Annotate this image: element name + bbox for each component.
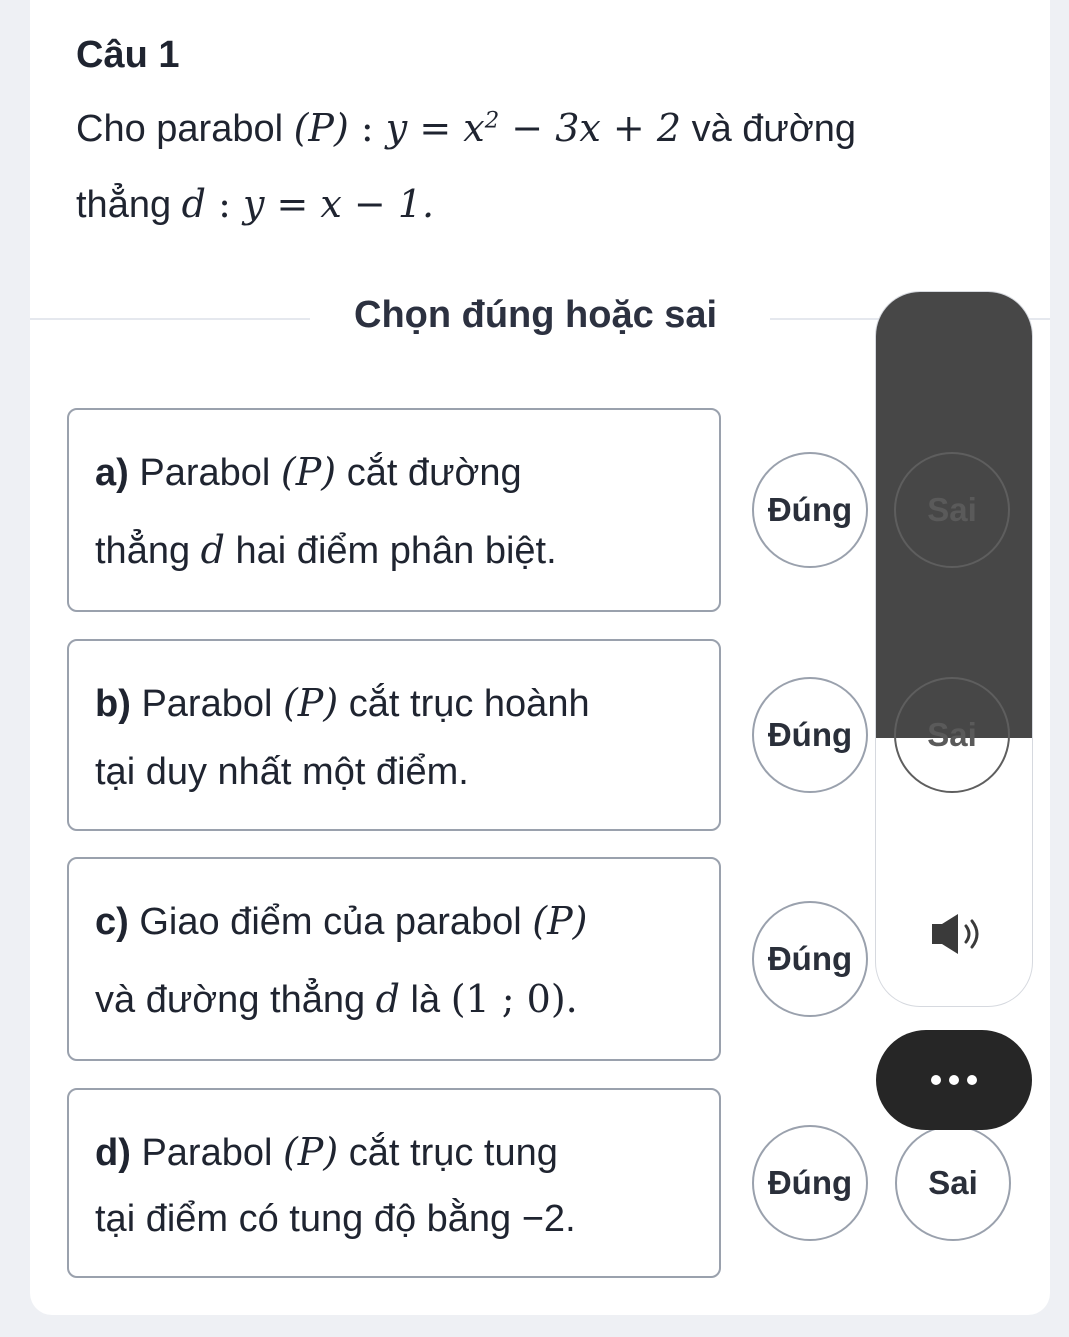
divider-left xyxy=(30,318,310,320)
statement-b: b) Parabol (P) cắt trục hoành tại duy nh… xyxy=(67,639,721,831)
statement-d-true-button[interactable]: Đúng xyxy=(752,1125,868,1241)
floating-overlay-panel[interactable]: Sai Sai xyxy=(876,292,1032,1006)
statement-b-false-button[interactable]: Sai xyxy=(894,677,1010,793)
statement-d-false-button[interactable]: Sai xyxy=(895,1125,1011,1241)
statement-a-true-button[interactable]: Đúng xyxy=(752,452,868,568)
statement-c-true-button[interactable]: Đúng xyxy=(752,901,868,1017)
math-equation: y = x2 − 3x + 2 xyxy=(385,106,681,150)
question-title: Câu 1 xyxy=(76,34,180,76)
more-options-icon xyxy=(927,1075,981,1085)
question-text-line2: thẳng d : y = x − 1. xyxy=(76,182,435,226)
statement-a-false-button[interactable]: Sai xyxy=(894,452,1010,568)
question-text-line1: Cho parabol (P) : y = x2 − 3x + 2 và đườ… xyxy=(76,106,857,150)
statement-b-true-button[interactable]: Đúng xyxy=(752,677,868,793)
statement-d: d) Parabol (P) cắt trục tung tại điểm có… xyxy=(67,1088,721,1278)
math-line-equation: y = x − 1. xyxy=(242,182,435,226)
speaker-icon[interactable] xyxy=(928,912,990,956)
more-options-button[interactable] xyxy=(876,1030,1032,1130)
statement-c: c) Giao điểm của parabol (P) và đường th… xyxy=(67,857,721,1061)
statement-a: a) Parabol (P) cắt đường thẳng d hai điể… xyxy=(67,408,721,612)
instruction-prompt: Chọn đúng hoặc sai xyxy=(354,294,718,336)
math-parabol-p: (P) xyxy=(293,106,349,150)
